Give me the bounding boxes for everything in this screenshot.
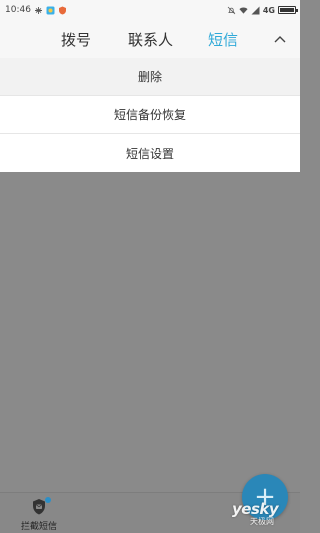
battery-icon	[278, 6, 298, 14]
menu-item-sms-settings[interactable]: 短信设置	[0, 134, 300, 172]
shield-notification-icon	[58, 6, 67, 15]
notification-dot	[45, 497, 51, 503]
status-left: 10:46	[5, 5, 67, 15]
network-type: 4G	[262, 5, 275, 15]
signal-icon	[251, 6, 260, 15]
message-menu: 删除 短信备份恢复 短信设置	[0, 58, 300, 172]
intercept-sms-button[interactable]: 拦截短信	[14, 497, 64, 532]
tab-messages[interactable]: 短信	[208, 29, 238, 50]
screen: 10:46 4G 拨号 联系人 短信 删除 短信备份恢复 短信设置 拦截短信 +…	[0, 0, 300, 533]
tab-header: 拨号 联系人 短信	[0, 20, 300, 58]
wifi-icon	[239, 6, 248, 15]
shield-icon	[31, 497, 51, 516]
app-notification-icon	[46, 6, 55, 15]
usb-icon	[34, 6, 43, 15]
collapse-menu-button[interactable]	[274, 33, 286, 45]
alarm-off-icon	[227, 6, 236, 15]
status-bar: 10:46 4G	[0, 0, 300, 20]
tab-contacts[interactable]: 联系人	[128, 29, 173, 50]
chevron-up-icon	[274, 36, 286, 43]
menu-item-backup-restore[interactable]: 短信备份恢复	[0, 96, 300, 134]
watermark-logo: yesky 天极网	[232, 500, 296, 530]
dim-overlay[interactable]	[0, 172, 300, 492]
tab-dial[interactable]: 拨号	[61, 29, 91, 50]
intercept-label: 拦截短信	[20, 522, 57, 532]
status-time: 10:46	[5, 5, 31, 15]
menu-item-delete[interactable]: 删除	[0, 58, 300, 96]
status-right: 4G	[227, 5, 298, 15]
